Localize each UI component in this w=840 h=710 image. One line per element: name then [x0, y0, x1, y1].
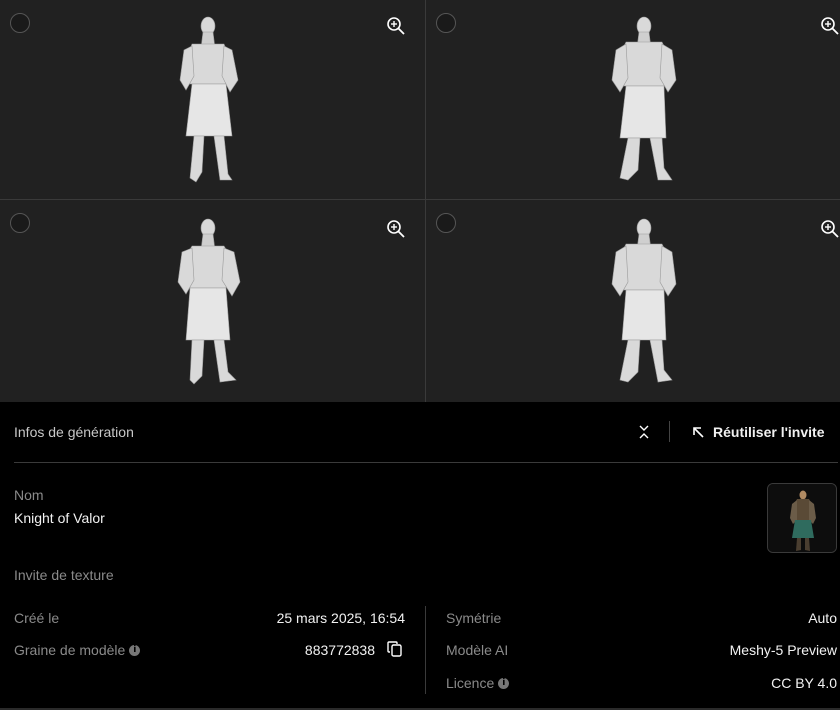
created-label-text: Créé le — [14, 610, 60, 626]
model-preview-1[interactable] — [0, 0, 425, 199]
symmetry-label-text: Symétrie — [446, 610, 502, 626]
select-checkbox[interactable] — [436, 213, 456, 233]
symmetry-value: Auto — [808, 610, 837, 626]
grid-divider-horizontal — [0, 199, 840, 200]
model-preview-4[interactable] — [426, 200, 840, 402]
knight-thumbnail-image — [768, 484, 836, 552]
reuse-prompt-label: Réutiliser l'invite — [713, 424, 825, 440]
texture-thumbnail[interactable] — [767, 483, 837, 553]
info-icon[interactable]: i — [498, 677, 510, 689]
license-label: Licence i — [446, 675, 510, 691]
seed-value: 883772838 — [304, 642, 375, 658]
created-value: 25 mars 2025, 16:54 — [276, 610, 405, 626]
column-divider — [425, 606, 426, 694]
header-rule — [14, 462, 838, 463]
generation-info-panel: Infos de génération Réutiliser l'invite … — [0, 402, 840, 710]
zoom-in-icon[interactable] — [820, 16, 840, 36]
grid-divider-vertical — [425, 0, 426, 402]
knight-model-render — [611, 16, 677, 181]
name-value: Knight of Valor — [14, 510, 105, 526]
license-label-text: Licence — [446, 675, 495, 691]
symmetry-label: Symétrie — [446, 610, 501, 626]
preview-grid — [0, 0, 840, 402]
collapse-icon[interactable] — [634, 422, 654, 442]
reuse-prompt-button[interactable]: Réutiliser l'invite — [691, 423, 824, 441]
ai-model-label-text: Modèle AI — [446, 642, 509, 658]
knight-model-render — [611, 218, 677, 383]
copy-icon[interactable] — [386, 640, 404, 658]
knight-model-render — [177, 218, 241, 385]
header-divider — [669, 421, 670, 442]
zoom-in-icon[interactable] — [820, 219, 840, 239]
model-preview-3[interactable] — [0, 200, 425, 402]
knight-model-render — [179, 16, 239, 183]
info-icon[interactable]: i — [129, 644, 141, 656]
panel-title: Infos de génération — [14, 424, 134, 440]
ai-model-label: Modèle AI — [446, 642, 508, 658]
select-checkbox[interactable] — [436, 13, 456, 33]
arrow-up-left-icon — [693, 427, 704, 438]
seed-label: Graine de modèle i — [14, 642, 141, 658]
seed-label-text: Graine de modèle — [14, 642, 126, 658]
license-value: CC BY 4.0 — [771, 675, 837, 691]
select-checkbox[interactable] — [10, 13, 30, 33]
ai-model-value: Meshy-5 Preview — [729, 642, 837, 658]
created-label: Créé le — [14, 610, 59, 626]
zoom-in-icon[interactable] — [386, 16, 406, 36]
name-label: Nom — [14, 487, 44, 503]
zoom-in-icon[interactable] — [386, 219, 406, 239]
model-preview-2[interactable] — [426, 0, 840, 199]
texture-prompt-label: Invite de texture — [14, 567, 114, 583]
select-checkbox[interactable] — [10, 213, 30, 233]
